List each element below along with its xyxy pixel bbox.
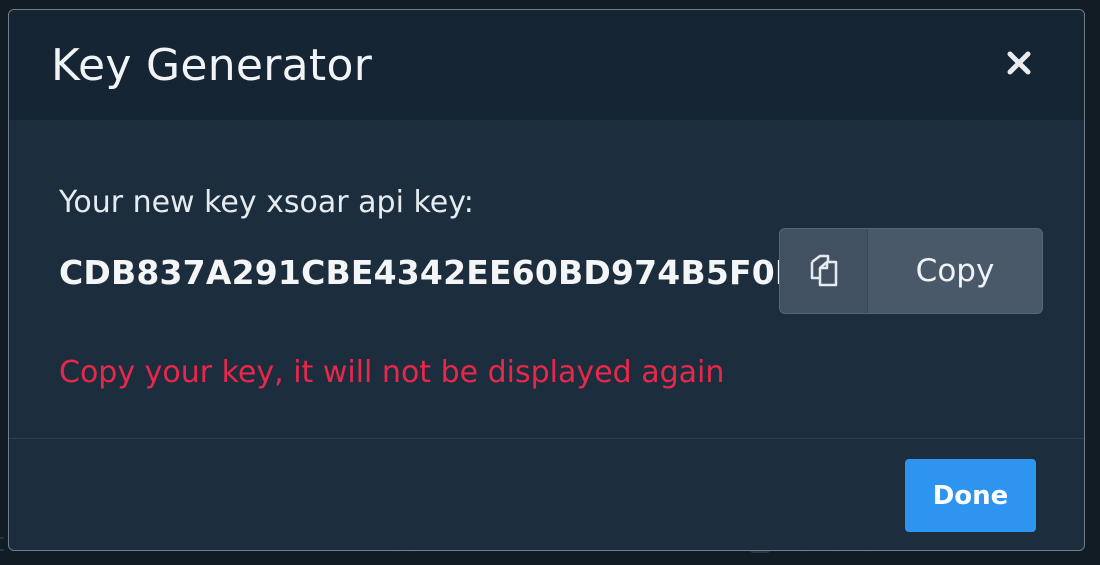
- copy-button-label[interactable]: Copy: [868, 229, 1042, 313]
- done-button[interactable]: Done: [905, 459, 1036, 532]
- copy-button[interactable]: Copy: [779, 228, 1043, 314]
- dialog-title: Key Generator: [51, 40, 373, 91]
- intro-text: Your new key xsoar api key:: [59, 185, 474, 220]
- key-generator-dialog: Key Generator Your new key xsoar api key…: [8, 9, 1085, 551]
- dialog-footer: Done: [9, 439, 1084, 550]
- close-icon: [1007, 51, 1031, 75]
- copy-icon-container[interactable]: [780, 229, 868, 313]
- close-button[interactable]: [1004, 48, 1034, 78]
- copy-icon: [810, 254, 837, 287]
- dialog-header: Key Generator: [9, 10, 1084, 120]
- warning-message: Copy your key, it will not be displayed …: [59, 355, 725, 390]
- api-key-value[interactable]: CDB837A291CBE4342EE60BD974B5F0B0: [59, 253, 823, 292]
- dialog-body: Your new key xsoar api key: CDB837A291CB…: [9, 120, 1084, 439]
- background-text-fragment: t: [0, 528, 4, 558]
